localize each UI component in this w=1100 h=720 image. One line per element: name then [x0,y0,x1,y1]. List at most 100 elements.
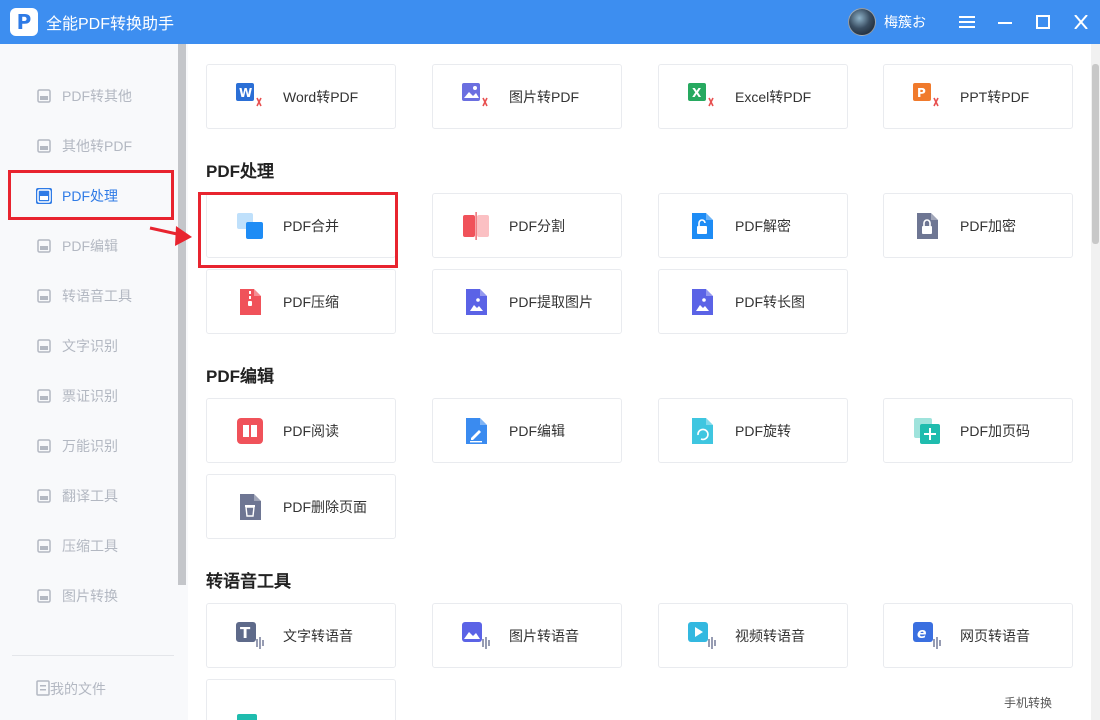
lock-icon [912,211,942,241]
tool-card-lock[interactable]: PDF加密 [883,193,1073,258]
sidebar-footer-label: 我的文件 [50,681,106,697]
sidebar-item-label: 文字识别 [62,338,118,354]
voice-tool-icon [36,288,52,304]
app-logo-letter: P [16,10,32,34]
tool-card-label: PDF提取图片 [509,293,593,310]
user-avatar[interactable] [848,8,876,36]
image-to-pdf-icon [461,82,491,112]
delete-page-icon [235,492,265,522]
tool-icon [235,697,265,720]
sidebar-divider [12,655,174,656]
tool-card-zip[interactable]: PDF压缩 [206,269,396,334]
tool-card-label: 视频转语音 [735,627,805,644]
edit-icon [461,416,491,446]
tool-card-long-image[interactable]: PDF转长图 [658,269,848,334]
tool-card-label: Excel转PDF [735,88,812,105]
highlight-sidebar-pdf-process [8,170,174,220]
sidebar-item-10[interactable]: 图片转换 [0,571,178,621]
rotate-icon [687,416,717,446]
sidebar: PDF转其他 其他转PDF PDF处理 PDF编辑 转语音工具 文字识别 票证识别 万能识别翻… [0,44,188,720]
main-scrollbar[interactable] [1091,44,1100,720]
tool-card-label: PDF加密 [960,217,1016,234]
page-number-icon [912,416,942,446]
app-title: 全能PDF转换助手 [46,16,175,33]
tool-card-word-to-pdf[interactable]: W Word转PDF [206,64,396,129]
tool-card-partial[interactable] [206,679,396,720]
tool-card-label: PDF编辑 [509,422,565,439]
tool-card-label: PDF加页码 [960,422,1030,439]
sidebar-item-4[interactable]: 转语音工具 [0,271,178,321]
ppt-to-pdf-icon: P [912,82,942,112]
extract-image-icon [461,287,491,317]
tool-card-split[interactable]: PDF分割 [432,193,622,258]
tool-card-unlock[interactable]: PDF解密 [658,193,848,258]
tool-card-label: 网页转语音 [960,627,1030,644]
app-logo: P [10,8,38,36]
close-icon[interactable] [1062,0,1100,44]
tool-card-page-number[interactable]: PDF加页码 [883,398,1073,463]
maximize-icon[interactable] [1024,0,1062,44]
tool-card-label: PDF旋转 [735,422,791,439]
sidebar-item-label: 翻译工具 [62,488,118,504]
sidebar-item-my-files[interactable]: 我的文件 [0,664,178,714]
tool-card-label: 图片转PDF [509,88,579,105]
tool-card-label: PDF转长图 [735,293,805,310]
ocr-icon [36,338,52,354]
menu-icon[interactable] [948,0,986,44]
tool-card-label: PDF解密 [735,217,791,234]
split-icon [461,211,491,241]
tool-card-extract-image[interactable]: PDF提取图片 [432,269,622,334]
svg-text:T: T [240,624,251,642]
tool-card-excel-to-pdf[interactable]: X Excel转PDF [658,64,848,129]
zip-icon [235,287,265,317]
main-content: W Word转PDF 图片转PDF X Excel转PDF P PPT转PDF PDF处理 PD… [188,44,1088,720]
username[interactable]: 梅簇お [884,12,926,32]
sidebar-item-0[interactable]: PDF转其他 [0,71,178,121]
unlock-icon [687,211,717,241]
tool-card-ppt-to-pdf[interactable]: P PPT转PDF [883,64,1073,129]
sidebar-item-label: 万能识别 [62,438,118,454]
mobile-convert-link[interactable]: 手机转换 [1004,694,1052,711]
tool-card-image-to-speech[interactable]: 图片转语音 [432,603,622,668]
tool-card-reader[interactable]: PDF阅读 [206,398,396,463]
tool-card-label: 文字转语音 [283,627,353,644]
video-to-speech-icon [687,621,717,651]
sidebar-item-6[interactable]: 票证识别 [0,371,178,421]
text-to-speech-icon: T [235,621,265,651]
sidebar-scrollbar[interactable] [178,44,186,585]
pdf-export-icon [36,88,52,104]
tool-card-delete-page[interactable]: PDF删除页面 [206,474,396,539]
sidebar-list: PDF转其他 其他转PDF PDF处理 PDF编辑 转语音工具 文字识别 票证识别 万能识别翻… [0,71,178,621]
sidebar-item-9[interactable]: 压缩工具 [0,521,178,571]
minimize-icon[interactable] [986,0,1024,44]
tool-card-image-to-pdf[interactable]: 图片转PDF [432,64,622,129]
compress-icon [36,538,52,554]
section-title: 转语音工具 [206,572,291,591]
excel-to-pdf-icon: X [687,82,717,112]
image-to-speech-icon [461,621,491,651]
sidebar-item-1[interactable]: 其他转PDF [0,121,178,171]
main-scrollbar-thumb[interactable] [1092,64,1099,244]
highlight-pdf-merge [198,192,398,268]
sidebar-item-7[interactable]: 万能识别 [0,421,178,471]
sidebar-item-5[interactable]: 文字识别 [0,321,178,371]
long-image-icon [687,287,717,317]
section-title: PDF处理 [206,162,274,181]
reader-icon [235,416,265,446]
tool-card-label: PDF分割 [509,217,565,234]
tool-card-edit[interactable]: PDF编辑 [432,398,622,463]
sidebar-item-8[interactable]: 翻译工具 [0,471,178,521]
tool-card-text-to-speech[interactable]: T 文字转语音 [206,603,396,668]
tool-card-video-to-speech[interactable]: 视频转语音 [658,603,848,668]
sidebar-item-label: 票证识别 [62,388,118,404]
sidebar-item-label: 压缩工具 [62,538,118,554]
svg-text:W: W [239,86,252,100]
pointer-arrow-icon [149,226,192,246]
sidebar-item-label: PDF编辑 [62,238,118,254]
tool-card-web-to-speech[interactable]: e 网页转语音 [883,603,1073,668]
image-convert-icon [36,588,52,604]
translate-icon [36,488,52,504]
tool-card-rotate[interactable]: PDF旋转 [658,398,848,463]
word-to-pdf-icon: W [235,82,265,112]
section-title: PDF编辑 [206,367,274,386]
